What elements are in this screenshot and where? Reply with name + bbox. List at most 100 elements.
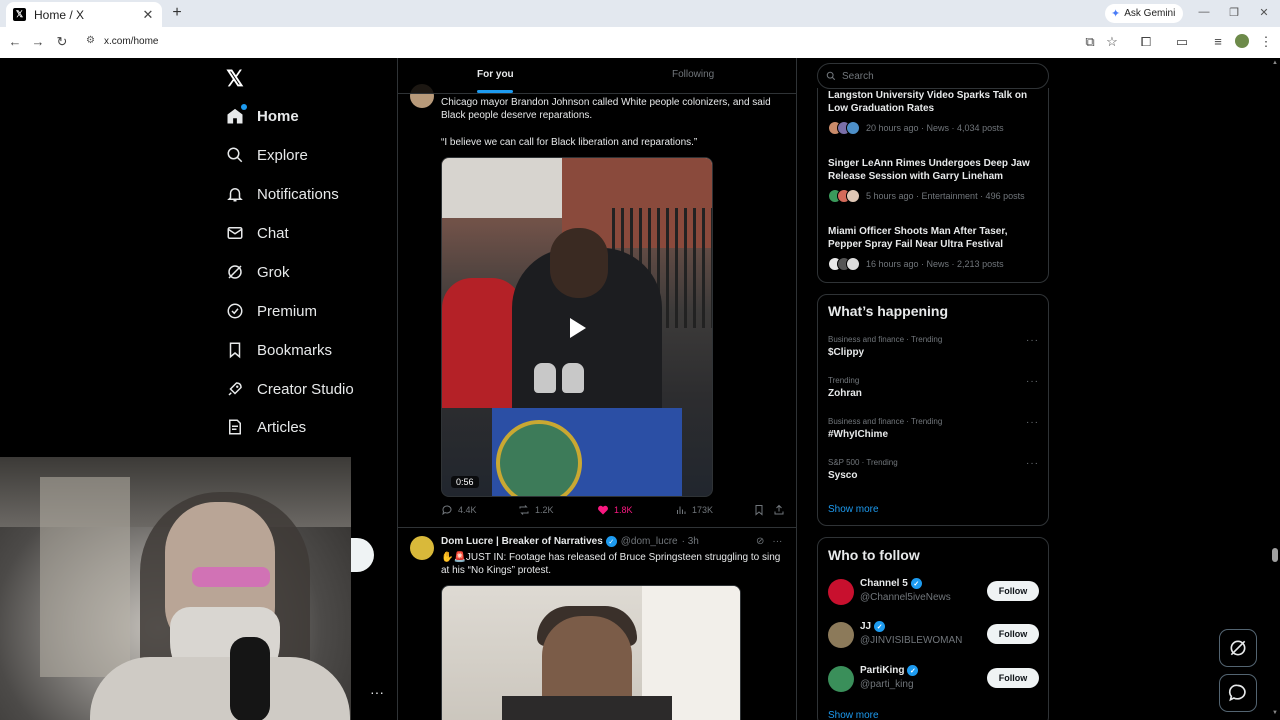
- heart-icon: [598, 505, 608, 515]
- cast-icon[interactable]: ▭: [1174, 34, 1190, 50]
- nav-label: Explore: [257, 146, 308, 164]
- more-options-icon[interactable]: ···: [1026, 417, 1039, 428]
- search-input[interactable]: Search: [817, 63, 1049, 89]
- bookmark-star-icon[interactable]: ☆: [1104, 34, 1120, 50]
- account-name[interactable]: JJ ✓: [860, 621, 886, 632]
- grok-explain-icon[interactable]: ⊘: [756, 536, 764, 547]
- verified-icon: [226, 302, 244, 320]
- whats-happening-panel: What’s happening Business and finance · …: [817, 294, 1049, 526]
- extensions-icon[interactable]: ⧠: [1138, 34, 1154, 50]
- bookmark-button[interactable]: [753, 504, 770, 516]
- more-options-icon[interactable]: ···: [1026, 335, 1039, 346]
- nav-label: Chat: [257, 224, 289, 242]
- messages-fab-button[interactable]: [1219, 674, 1257, 712]
- tweet-video[interactable]: 0:56: [441, 157, 713, 497]
- profile-avatar[interactable]: [1235, 34, 1249, 48]
- chicago-seal: [496, 420, 582, 496]
- chat-bubble-icon: [1228, 684, 1246, 702]
- like-button[interactable]: 1.8K: [597, 504, 633, 516]
- news-meta-text: 16 hours ago · News · 2,213 posts: [866, 259, 1004, 269]
- nav-item-creator-studio[interactable]: Creator Studio: [226, 377, 354, 401]
- x-logo-icon[interactable]: 𝕏: [226, 66, 244, 92]
- nav-item-notifications[interactable]: Notifications: [226, 182, 339, 206]
- play-icon[interactable]: [570, 318, 586, 338]
- trend-name[interactable]: Sysco: [828, 470, 857, 481]
- video-duration: 0:56: [451, 476, 479, 488]
- new-tab-icon[interactable]: +: [168, 4, 186, 22]
- nav-item-home[interactable]: Home: [226, 104, 299, 128]
- views-button[interactable]: 173K: [675, 504, 713, 516]
- avatar[interactable]: [828, 666, 854, 692]
- tab-following[interactable]: Following: [672, 69, 714, 80]
- follow-button[interactable]: Follow: [987, 581, 1039, 601]
- tab-strip: 𝕏 Home / X ✕ + ✦ Ask Gemini — ❐ ✕: [0, 0, 1280, 27]
- share-button[interactable]: [773, 504, 790, 516]
- bookmark-icon: [226, 341, 244, 359]
- repost-button[interactable]: 1.2K: [518, 504, 554, 516]
- reading-list-icon[interactable]: ≡: [1210, 34, 1226, 50]
- account-name[interactable]: PartiKing ✓: [860, 665, 919, 676]
- nav-item-grok[interactable]: Grok: [226, 260, 290, 284]
- back-icon[interactable]: ←: [7, 34, 23, 50]
- news-item-title[interactable]: Langston University Video Sparks Talk on…: [828, 89, 1040, 115]
- browser-tab[interactable]: 𝕏 Home / X ✕: [6, 2, 162, 27]
- more-options-icon[interactable]: ···: [772, 536, 782, 547]
- more-options-icon[interactable]: ···: [1026, 376, 1039, 387]
- tab-for-you[interactable]: For you: [477, 69, 514, 80]
- scrollbar-track[interactable]: [1270, 58, 1280, 720]
- tweet-quote: “I believe we can call for Black liberat…: [441, 137, 698, 148]
- tweet-image[interactable]: [441, 585, 741, 720]
- show-more-link[interactable]: Show more: [828, 710, 879, 720]
- window-close-icon[interactable]: ✕: [1257, 6, 1271, 19]
- follow-button[interactable]: Follow: [987, 668, 1039, 688]
- minimize-icon[interactable]: —: [1197, 6, 1211, 18]
- trend-name[interactable]: Zohran: [828, 388, 862, 399]
- show-more-link[interactable]: Show more: [828, 504, 879, 515]
- tweet-time[interactable]: · 3h: [682, 536, 699, 547]
- scroll-up-icon[interactable]: ▲: [1272, 60, 1278, 66]
- browser-chrome: 𝕏 Home / X ✕ + ✦ Ask Gemini — ❐ ✕ ← → ↻ …: [0, 0, 1280, 58]
- tweet-avatar[interactable]: [410, 536, 434, 560]
- scrollbar-thumb[interactable]: [1272, 548, 1278, 562]
- restore-icon[interactable]: ❐: [1227, 6, 1241, 19]
- trend-name[interactable]: $Clippy: [828, 347, 864, 358]
- scroll-down-icon[interactable]: ▼: [1272, 710, 1278, 716]
- verified-badge-icon: ✓: [907, 665, 919, 676]
- tweet-text: ✋🚨JUST IN: Footage has released of Bruce…: [441, 552, 781, 576]
- author-name[interactable]: Dom Lucre | Breaker of Narratives: [441, 536, 603, 547]
- author-handle[interactable]: @dom_lucre: [621, 536, 678, 547]
- grok-fab-button[interactable]: [1219, 629, 1257, 667]
- account-handle: @JINVISIBLEWOMAN: [860, 635, 963, 646]
- reload-icon[interactable]: ↻: [54, 34, 70, 50]
- avatar[interactable]: [828, 579, 854, 605]
- grok-icon: [1230, 640, 1246, 656]
- menu-kebab-icon[interactable]: ⋮: [1258, 34, 1274, 50]
- video-speaker-head: [550, 228, 608, 298]
- more-options-icon[interactable]: ···: [1026, 458, 1039, 469]
- account-name[interactable]: Channel 5 ✓: [860, 578, 922, 589]
- nav-item-bookmarks[interactable]: Bookmarks: [226, 338, 332, 362]
- trend-category: Business and finance · Trending: [828, 335, 943, 344]
- nav-item-explore[interactable]: Explore: [226, 143, 308, 167]
- address-bar[interactable]: x.com/home: [104, 36, 158, 47]
- account-handle: @Channel5iveNews: [860, 592, 951, 603]
- account-more-icon[interactable]: ···: [370, 684, 384, 700]
- trend-name[interactable]: #WhyIChime: [828, 429, 888, 440]
- news-item-title[interactable]: Miami Officer Shoots Man After Taser, Pe…: [828, 225, 1040, 251]
- bell-icon: [226, 185, 244, 203]
- avatar-stack: [828, 189, 860, 203]
- share-icon: [774, 504, 784, 515]
- site-info-icon[interactable]: ⚙: [86, 35, 95, 46]
- install-app-icon[interactable]: ⧉: [1082, 34, 1098, 50]
- follow-button[interactable]: Follow: [987, 624, 1039, 644]
- ask-gemini-button[interactable]: ✦ Ask Gemini: [1105, 4, 1184, 23]
- forward-icon[interactable]: →: [30, 34, 46, 50]
- reply-button[interactable]: 4.4K: [441, 504, 477, 516]
- nav-label: Articles: [257, 418, 307, 436]
- tab-close-icon[interactable]: ✕: [141, 7, 155, 23]
- news-item-title[interactable]: Singer LeAnn Rimes Undergoes Deep Jaw Re…: [828, 157, 1040, 183]
- nav-item-chat[interactable]: Chat: [226, 221, 289, 245]
- nav-item-premium[interactable]: Premium: [226, 299, 317, 323]
- nav-item-articles[interactable]: Articles: [226, 415, 306, 439]
- avatar[interactable]: [828, 622, 854, 648]
